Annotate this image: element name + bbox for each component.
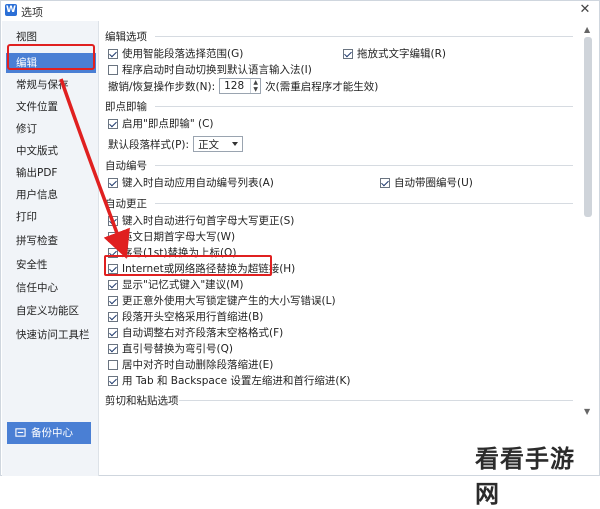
checkbox[interactable]: [108, 327, 118, 338]
checkbox[interactable]: [108, 343, 118, 354]
default-style-row: 默认段落样式(P): 正文: [108, 136, 244, 152]
undo-steps-value[interactable]: 128: [220, 80, 250, 92]
sidebar-item-user-info[interactable]: 用户信息: [6, 185, 96, 205]
option-label: 自动调整右对齐段落末空格格式(F): [122, 327, 284, 339]
sidebar: 视图 编辑 常规与保存 文件位置 修订 中文版式 输出PDF 用户信息 打印 拼…: [2, 21, 99, 476]
option-label: 自动带圈编号(U): [394, 177, 473, 189]
sidebar-item-chinese-layout[interactable]: 中文版式: [6, 141, 96, 161]
option-label: 程序启动时自动切换到默认语言输入法(I): [122, 64, 312, 76]
section-divider: [155, 203, 573, 204]
sidebar-item-customize-ribbon[interactable]: 自定义功能区: [6, 301, 96, 321]
default-style-select[interactable]: 正文: [193, 136, 244, 152]
checkbox[interactable]: [108, 177, 118, 188]
auto-circle-option[interactable]: 自动带圈编号(U): [380, 175, 473, 190]
auto-switch-lang-option[interactable]: 程序启动时自动切换到默认语言输入法(I): [108, 62, 312, 77]
checkbox[interactable]: [108, 64, 118, 75]
vertical-scrollbar[interactable]: ▲ ▼: [581, 23, 595, 419]
close-icon[interactable]: ✕: [577, 2, 593, 18]
sidebar-item-revision[interactable]: 修订: [6, 119, 96, 139]
option-label: 直引号替换为弯引号(Q): [122, 343, 233, 355]
scroll-up-icon[interactable]: ▲: [584, 25, 590, 34]
section-title-autonum: 自动编号: [105, 160, 147, 172]
default-style-label: 默认段落样式(P):: [108, 138, 190, 151]
autocorrect-option[interactable]: 显示"记忆式键入"建议(M): [108, 277, 243, 292]
undo-steps-label: 撤销/恢复操作步数(N):: [108, 80, 216, 93]
autocorrect-option[interactable]: 自动调整右对齐段落末空格格式(F): [108, 325, 283, 340]
smart-select-option[interactable]: 使用智能段落选择范围(G): [108, 46, 243, 61]
checkbox[interactable]: [108, 295, 118, 306]
checkbox[interactable]: [108, 375, 118, 386]
autocorrect-option[interactable]: 居中对齐时自动删除段落缩进(E): [108, 357, 273, 372]
drag-text-option[interactable]: 拖放式文字编辑(R): [343, 46, 446, 61]
option-label: 拖放式文字编辑(R): [357, 48, 446, 60]
option-label: 键入时自动进行句首字母大写更正(S): [122, 215, 295, 227]
autocorrect-option[interactable]: 键入时自动进行句首字母大写更正(S): [108, 213, 294, 228]
option-label: 启用"即点即输" (C): [122, 118, 214, 130]
sidebar-item-trust-center[interactable]: 信任中心: [6, 278, 96, 298]
section-title-paste: 剪切和粘贴选项: [105, 395, 179, 407]
undo-steps-row: 撤销/恢复操作步数(N): 128 ▲ ▼ 次(需重启程序才能生效): [108, 78, 378, 94]
checkbox[interactable]: [108, 48, 118, 59]
checkbox[interactable]: [108, 231, 118, 242]
section-title-ime: 即点即输: [105, 101, 147, 113]
backup-center-label: 备份中心: [31, 427, 73, 439]
scroll-down-icon[interactable]: ▼: [584, 407, 590, 416]
options-content: 编辑选项 使用智能段落选择范围(G) 拖放式文字编辑(R) 程序启动时自动切换到…: [101, 21, 579, 421]
option-label: 用 Tab 和 Backspace 设置左缩进和首行缩进(K): [122, 375, 351, 387]
chevron-down-icon: [232, 142, 239, 146]
autocorrect-option[interactable]: 直引号替换为弯引号(Q): [108, 341, 233, 356]
sidebar-item-general-save[interactable]: 常规与保存: [6, 75, 96, 95]
sidebar-highlight-box: [7, 44, 95, 70]
section-divider: [155, 36, 573, 37]
section-divider: [155, 106, 573, 107]
default-style-value: 正文: [198, 138, 220, 151]
autocorrect-option[interactable]: 更正意外使用大写锁定键产生的大小写错误(L): [108, 293, 336, 308]
checkbox[interactable]: [108, 311, 118, 322]
checkbox[interactable]: [343, 48, 353, 59]
section-title-edit: 编辑选项: [105, 31, 147, 43]
section-title-autocorrect: 自动更正: [105, 198, 147, 210]
option-label: 键入时自动应用自动编号列表(A): [122, 177, 274, 189]
checkbox[interactable]: [108, 118, 118, 129]
scrollbar-thumb[interactable]: [584, 37, 592, 217]
checkbox[interactable]: [380, 177, 390, 188]
title-bar: W 选项 ✕: [1, 1, 599, 19]
undo-steps-spinner[interactable]: 128 ▲ ▼: [219, 78, 262, 94]
autocorrect-option[interactable]: 用 Tab 和 Backspace 设置左缩进和首行缩进(K): [108, 373, 351, 388]
enable-click-type-option[interactable]: 启用"即点即输" (C): [108, 116, 214, 131]
autocorrect-option[interactable]: 段落开头空格采用行首缩进(B): [108, 309, 263, 324]
autocorrect-option[interactable]: 英文日期首字母大写(W): [108, 229, 235, 244]
option-label: 段落开头空格采用行首缩进(B): [122, 311, 264, 323]
sidebar-item-quick-access[interactable]: 快速访问工具栏: [6, 325, 96, 345]
checkbox[interactable]: [108, 215, 118, 226]
backup-center-button[interactable]: 备份中心: [7, 422, 91, 444]
options-dialog: W 选项 ✕ 视图 编辑 常规与保存 文件位置 修订 中文版式 输出PDF 用户…: [0, 0, 600, 508]
option-label: 更正意外使用大写锁定键产生的大小写错误(L): [122, 295, 336, 307]
hyperlink-highlight-box: [104, 255, 272, 276]
checkbox[interactable]: [108, 359, 118, 370]
section-divider: [155, 165, 573, 166]
undo-steps-note: 次(需重启程序才能生效): [265, 80, 379, 93]
auto-list-option[interactable]: 键入时自动应用自动编号列表(A): [108, 175, 274, 190]
sidebar-item-file-location[interactable]: 文件位置: [6, 97, 96, 117]
sidebar-item-print[interactable]: 打印: [6, 207, 96, 227]
wps-app-icon: W: [5, 4, 17, 16]
spinner-arrows-icon[interactable]: ▲ ▼: [250, 79, 260, 93]
option-label: 英文日期首字母大写(W): [122, 231, 236, 243]
sidebar-item-security[interactable]: 安全性: [6, 255, 96, 275]
option-label: 显示"记忆式键入"建议(M): [122, 279, 244, 291]
watermark-logo: 看看手游网: [475, 444, 575, 508]
sidebar-item-output-pdf[interactable]: 输出PDF: [6, 163, 96, 183]
window-title: 选项: [21, 6, 43, 19]
sidebar-item-spell-check[interactable]: 拼写检查: [6, 231, 96, 251]
option-label: 居中对齐时自动删除段落缩进(E): [122, 359, 274, 371]
backup-icon: [15, 428, 26, 437]
checkbox[interactable]: [108, 279, 118, 290]
option-label: 使用智能段落选择范围(G): [122, 48, 244, 60]
section-divider: [179, 400, 573, 401]
